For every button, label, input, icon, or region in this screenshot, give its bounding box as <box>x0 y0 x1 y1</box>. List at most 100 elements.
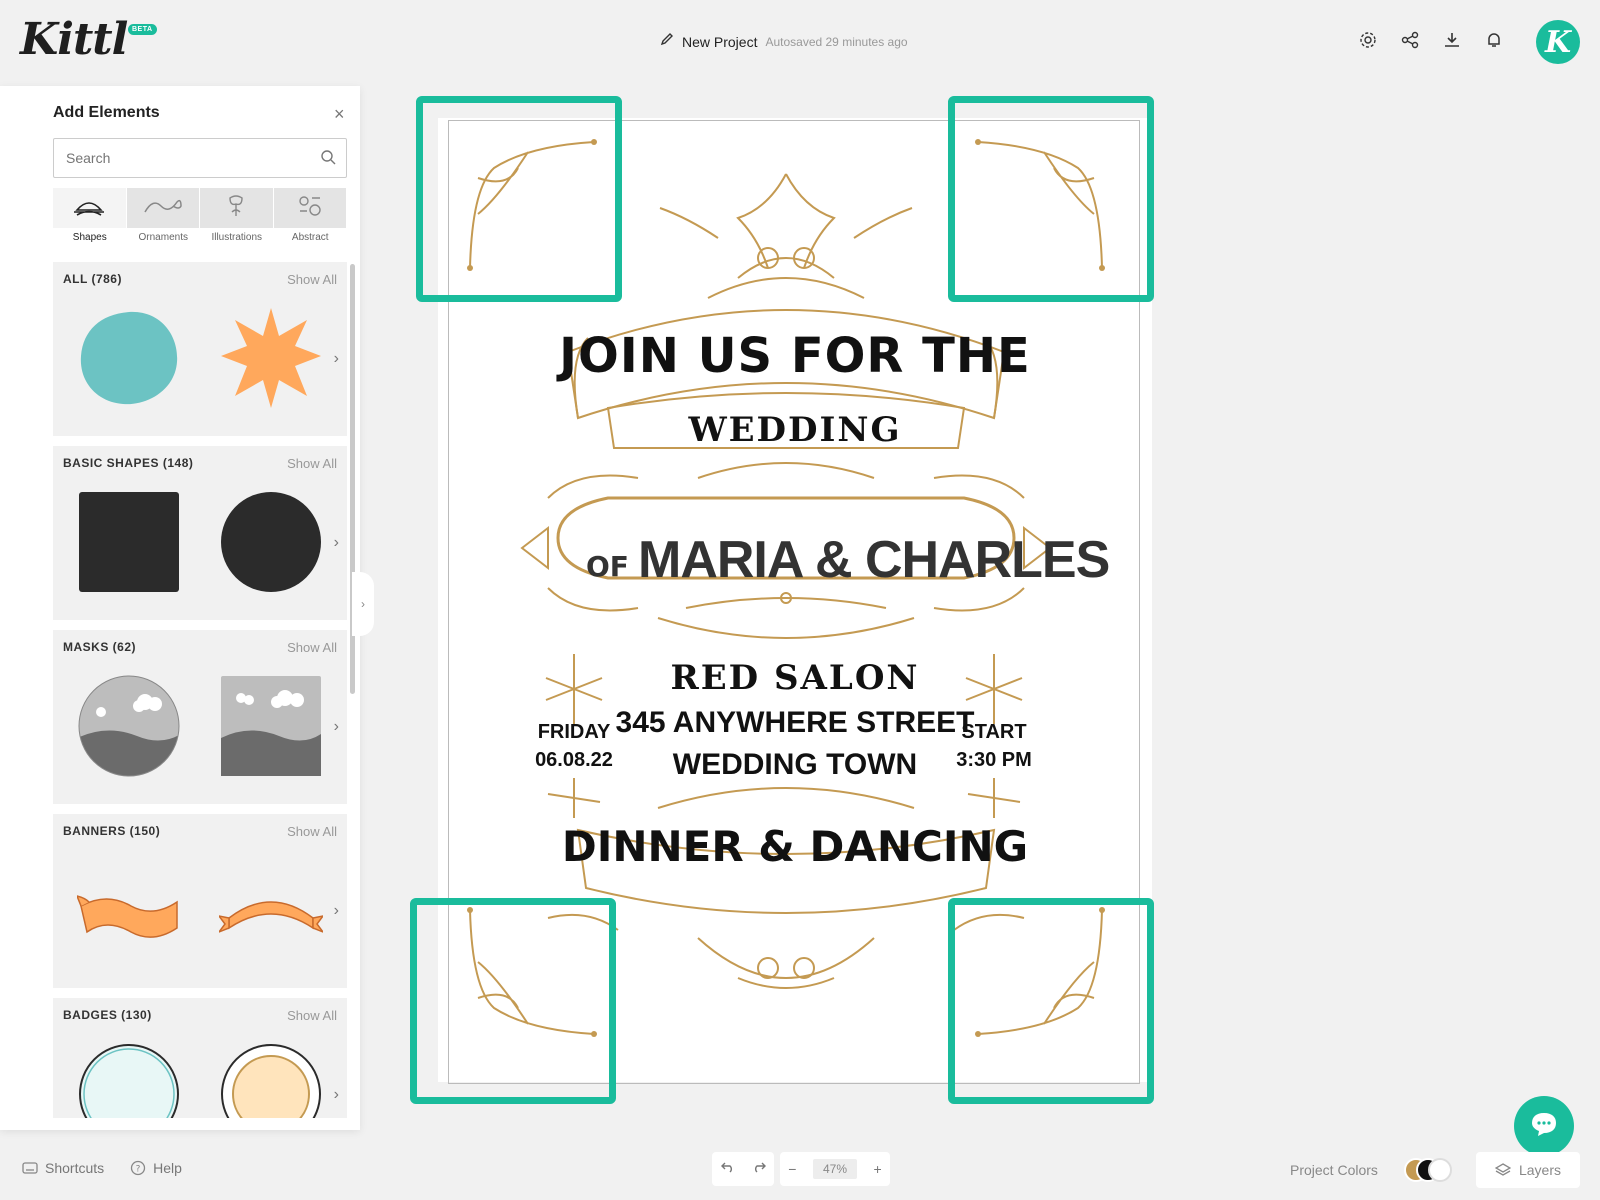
category-tabs: Shapes Ornaments Illustrations Abstract <box>53 188 347 243</box>
poster-start: START <box>961 721 1027 743</box>
poster-date: 06.08.22 <box>535 749 613 771</box>
show-all-link[interactable]: Show All <box>287 1008 337 1023</box>
selection-box-top-right[interactable] <box>948 96 1154 302</box>
section-title: MASKS (62) <box>63 640 137 654</box>
blob-shape-thumb[interactable] <box>77 306 181 410</box>
kittl-logo[interactable]: Kittl <box>20 14 128 65</box>
search-icon[interactable] <box>320 149 336 170</box>
project-colors-label: Project Colors <box>1290 1162 1378 1178</box>
show-all-link[interactable]: Show All <box>287 272 337 287</box>
abstract-icon <box>298 195 322 222</box>
poster-headline[interactable]: JOIN US FOR THE <box>438 328 1152 384</box>
chat-support-button[interactable] <box>1514 1096 1574 1156</box>
poster-day: FRIDAY <box>537 721 611 743</box>
poster-time-block[interactable]: START 3:30 PM <box>954 718 1034 774</box>
chevron-right-icon[interactable]: › <box>334 534 339 552</box>
section-all: ALL (786) Show All › <box>53 262 347 436</box>
selection-box-bottom-right[interactable] <box>948 898 1154 1104</box>
poster-venue[interactable]: RED SALON <box>438 658 1152 698</box>
selection-box-top-left[interactable] <box>416 96 622 302</box>
badge-thumb[interactable] <box>219 1042 323 1118</box>
badge-thumb[interactable] <box>77 1042 181 1118</box>
settings-gear-icon[interactable] <box>1358 30 1378 50</box>
search-box[interactable] <box>53 138 347 178</box>
chevron-right-icon[interactable]: › <box>334 1086 339 1104</box>
notification-bell-icon[interactable] <box>1484 30 1504 50</box>
zoom-control: − 47% + <box>780 1152 890 1186</box>
show-all-link[interactable]: Show All <box>287 640 337 655</box>
project-colors-swatches[interactable] <box>1404 1158 1456 1182</box>
shortcuts-label: Shortcuts <box>45 1160 105 1176</box>
layers-label: Layers <box>1518 1162 1562 1178</box>
svg-text:?: ? <box>136 1165 141 1175</box>
undo-redo-group <box>712 1152 774 1186</box>
starburst-shape-thumb[interactable] <box>219 306 323 410</box>
keyboard-icon <box>22 1162 38 1174</box>
share-icon[interactable] <box>1400 30 1420 50</box>
show-all-link[interactable]: Show All <box>287 456 337 471</box>
search-input[interactable] <box>54 139 294 177</box>
rect-mask-thumb[interactable] <box>219 674 323 778</box>
poster-of[interactable]: OF <box>586 550 629 583</box>
poster-names[interactable]: MARIA & CHARLES <box>638 530 1110 590</box>
user-avatar[interactable]: K <box>1536 20 1580 64</box>
autosave-status: Autosaved 29 minutes ago <box>765 34 908 49</box>
section-masks: MASKS (62) Show All › <box>53 630 347 804</box>
shapes-icon <box>72 194 106 223</box>
tab-abstract-label: Abstract <box>291 232 329 243</box>
tab-illustrations[interactable]: Illustrations <box>200 188 274 243</box>
add-elements-panel: Add Elements × Shapes Ornaments Illustra… <box>0 86 360 1130</box>
project-name[interactable]: New Project <box>682 34 757 50</box>
poster-time: 3:30 PM <box>956 749 1032 771</box>
poster-wedding[interactable]: WEDDING <box>438 410 1152 450</box>
show-all-link[interactable]: Show All <box>287 824 337 839</box>
section-title: BANNERS (150) <box>63 824 161 838</box>
layers-icon <box>1494 1163 1511 1176</box>
undo-icon[interactable] <box>720 1160 735 1178</box>
design-canvas[interactable]: JOIN US FOR THE WEDDING OF MARIA & CHARL… <box>410 96 1154 1104</box>
chevron-right-icon[interactable]: › <box>334 350 339 368</box>
tab-shapes[interactable]: Shapes <box>53 188 127 243</box>
tab-abstract[interactable]: Abstract <box>273 188 347 243</box>
layers-button[interactable]: Layers <box>1476 1152 1580 1188</box>
shortcuts-button[interactable]: Shortcuts <box>22 1160 104 1176</box>
help-icon: ? <box>130 1160 146 1176</box>
section-title: ALL (786) <box>63 272 122 286</box>
beta-badge: BETA <box>128 24 157 35</box>
arched-banner-thumb[interactable] <box>216 858 326 962</box>
element-sections: ALL (786) Show All › BASIC SHAPES (148) … <box>53 262 347 1128</box>
circle-mask-thumb[interactable] <box>77 674 181 778</box>
square-shape-thumb[interactable] <box>77 490 181 594</box>
section-badges: BADGES (130) Show All › <box>53 998 347 1118</box>
poster-date-block[interactable]: FRIDAY 06.08.22 <box>534 718 614 774</box>
selection-box-bottom-left[interactable] <box>410 898 616 1104</box>
tab-ornaments-label: Ornaments <box>138 232 188 243</box>
chevron-right-icon[interactable]: › <box>334 902 339 920</box>
circle-shape-thumb[interactable] <box>219 490 323 594</box>
section-title: BASIC SHAPES (148) <box>63 456 194 470</box>
section-title: BADGES (130) <box>63 1008 152 1022</box>
ornament-icon <box>143 196 183 221</box>
section-banners: BANNERS (150) Show All › <box>53 814 347 988</box>
project-title-area[interactable]: New Project Autosaved 29 minutes ago <box>660 32 908 51</box>
zoom-out-button[interactable]: − <box>788 1161 796 1177</box>
chevron-right-icon[interactable]: › <box>334 718 339 736</box>
close-icon[interactable]: × <box>334 104 345 125</box>
zoom-value[interactable]: 47% <box>812 1159 858 1179</box>
flower-icon <box>226 194 246 223</box>
redo-icon[interactable] <box>752 1160 766 1178</box>
tab-shapes-label: Shapes <box>72 232 107 243</box>
wavy-banner-thumb[interactable] <box>75 858 181 962</box>
chat-bubble-icon <box>1530 1111 1558 1142</box>
color-swatch-white[interactable] <box>1428 1158 1452 1182</box>
help-button[interactable]: ? Help <box>130 1160 182 1176</box>
collapse-panel-button[interactable]: › <box>352 572 374 636</box>
zoom-in-button[interactable]: + <box>874 1161 882 1177</box>
pencil-icon[interactable] <box>660 32 674 51</box>
section-basic-shapes: BASIC SHAPES (148) Show All › <box>53 446 347 620</box>
panel-title: Add Elements <box>53 104 160 121</box>
tab-ornaments[interactable]: Ornaments <box>126 188 200 243</box>
help-label: Help <box>153 1160 182 1176</box>
poster-footer[interactable]: DINNER & DANCING <box>438 822 1152 871</box>
download-icon[interactable] <box>1442 30 1462 50</box>
